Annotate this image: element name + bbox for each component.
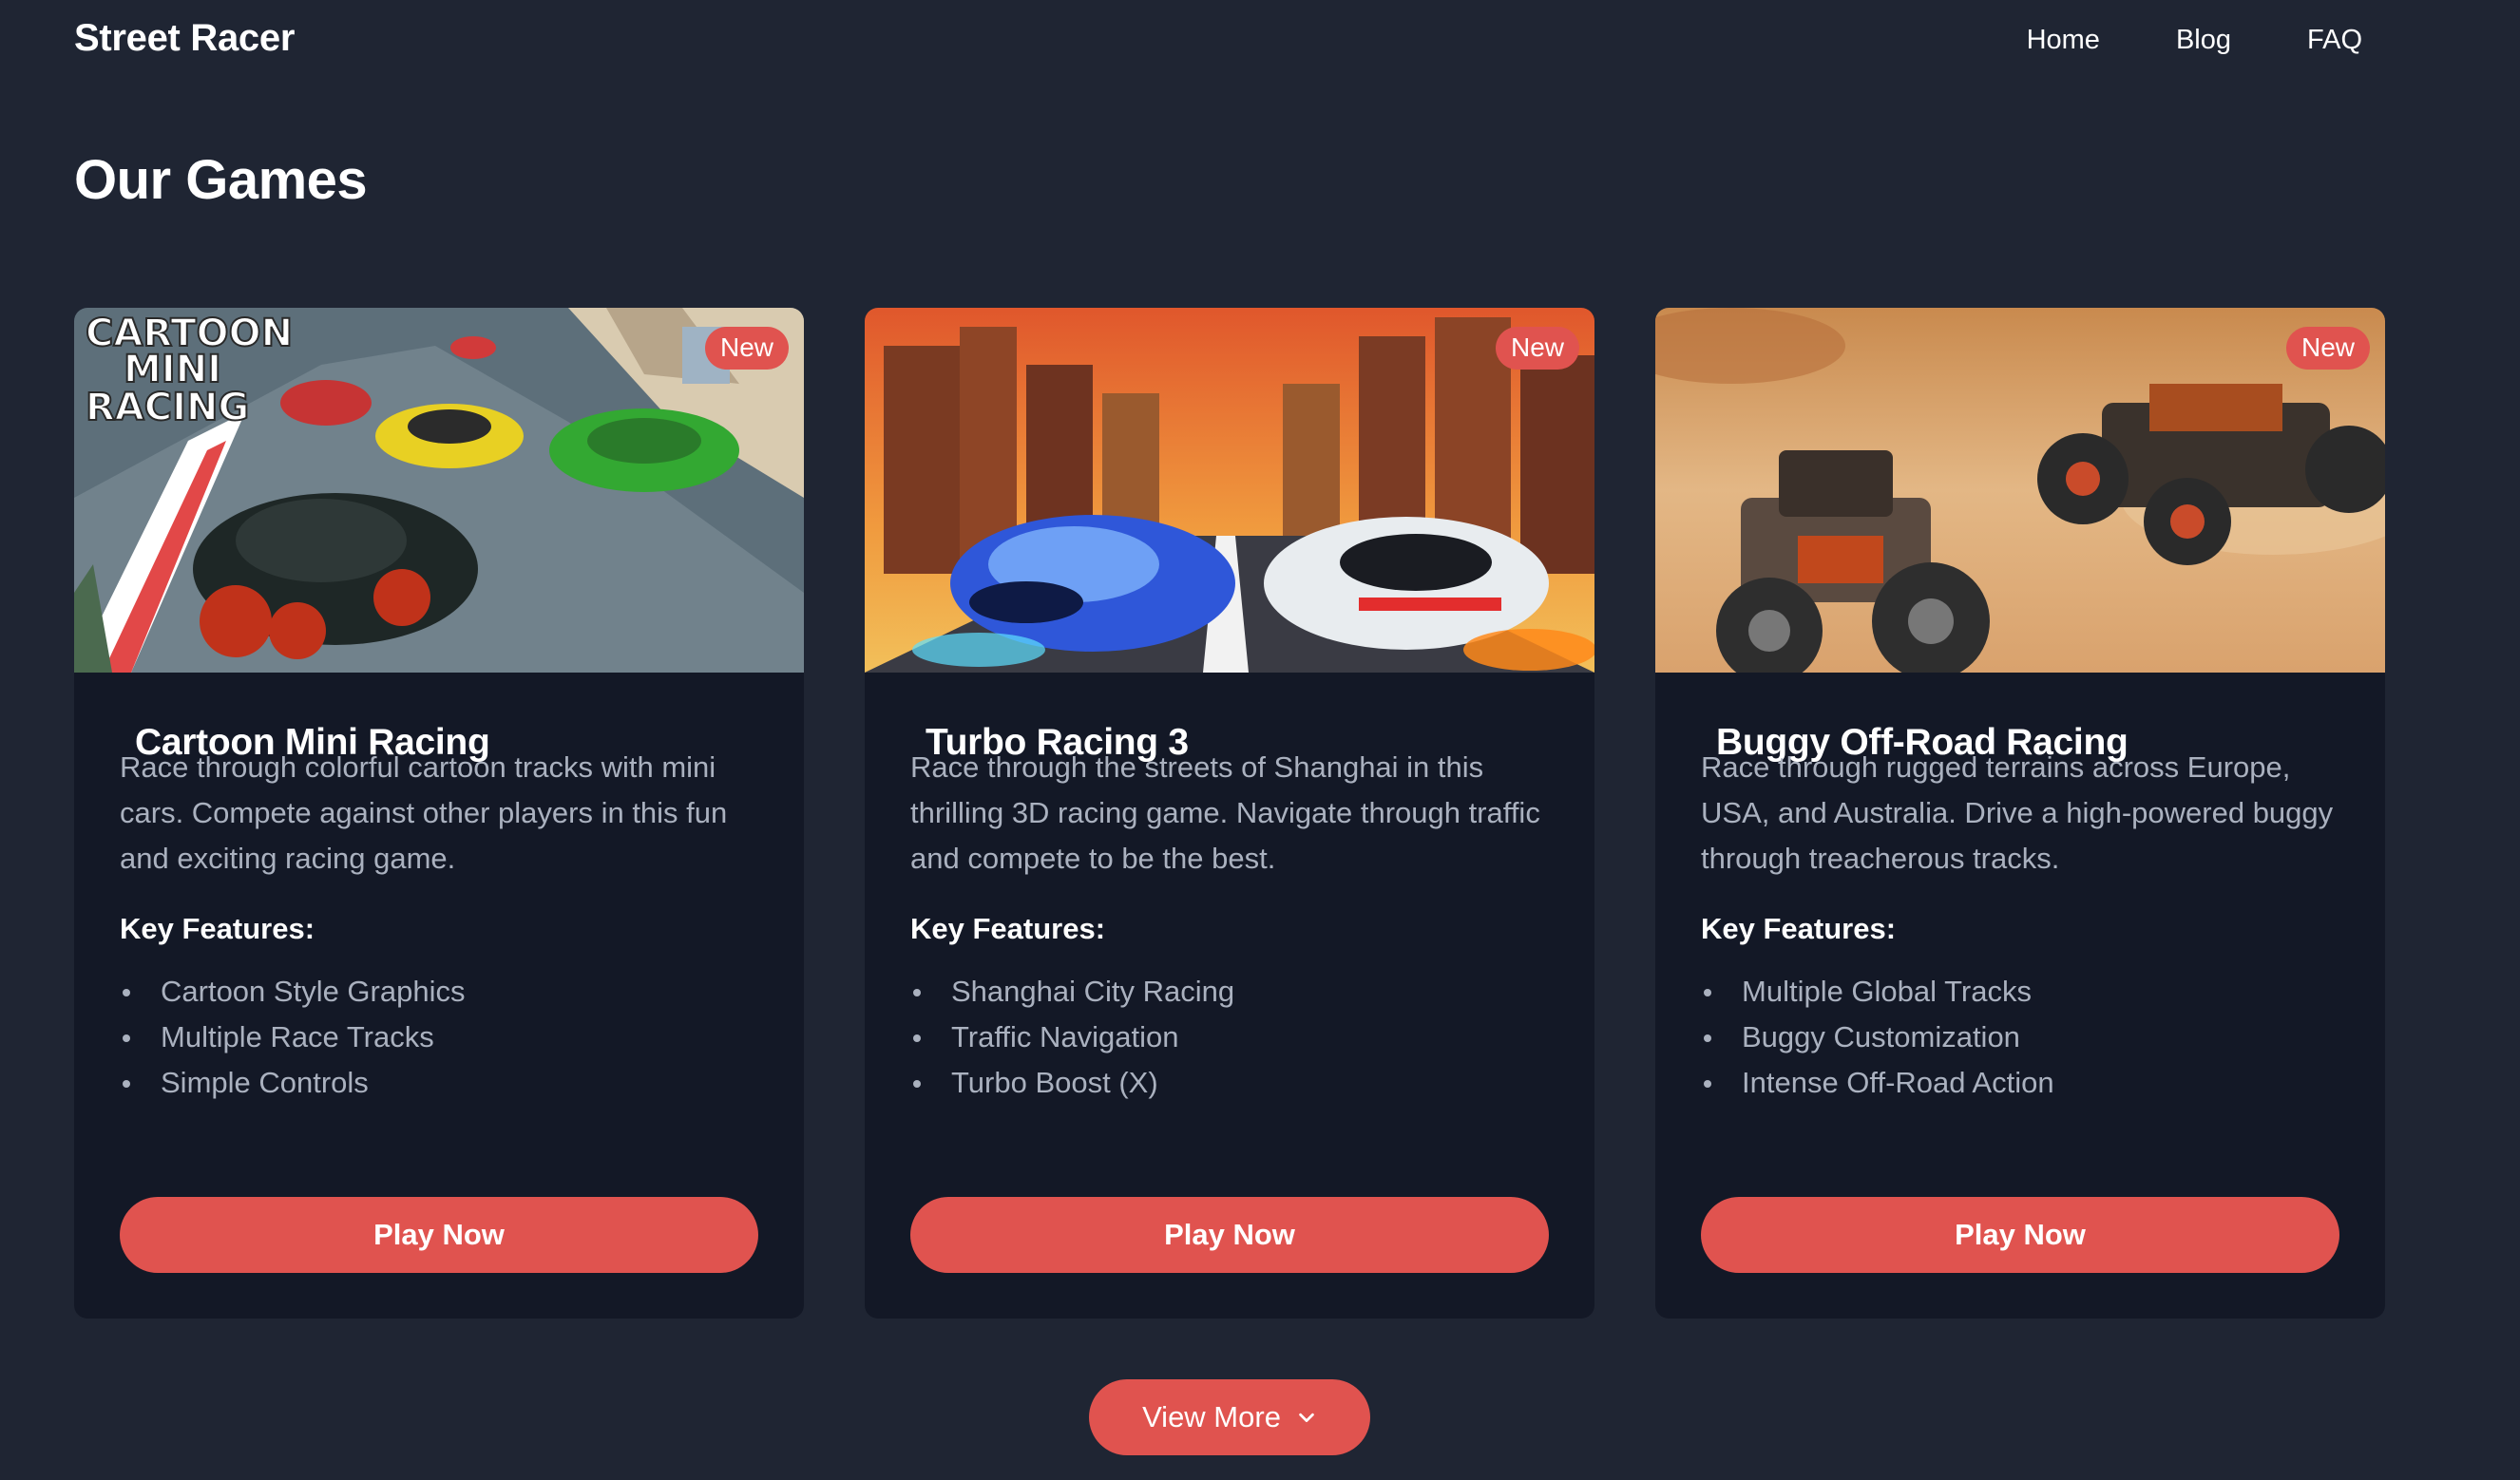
nav-link-home[interactable]: Home: [2027, 25, 2100, 56]
games-grid: CARTOON MINI RACING New Cartoon Mini Rac…: [74, 308, 2385, 1319]
view-more-button[interactable]: View More: [1089, 1379, 1370, 1455]
features-list: Cartoon Style Graphics Multiple Race Tra…: [120, 969, 465, 1106]
game-description: Race through colorful cartoon tracks wit…: [120, 750, 728, 875]
game-card: New Buggy Off-Road Racing Race through r…: [1655, 308, 2385, 1319]
game-card: CARTOON MINI RACING New Cartoon Mini Rac…: [74, 308, 804, 1319]
game-description: Race through the streets of Shanghai in …: [910, 750, 1540, 875]
feature-item: Buggy Customization: [1701, 1015, 2054, 1060]
features-heading: Key Features:: [1701, 912, 1897, 945]
card-content: Race through rugged terrains across Euro…: [1701, 308, 2339, 1319]
card-content: Race through the streets of Shanghai in …: [910, 308, 1549, 1319]
features-list: Multiple Global Tracks Buggy Customizati…: [1701, 969, 2054, 1106]
feature-item: Multiple Global Tracks: [1701, 969, 2054, 1015]
main-nav: Home Blog FAQ: [2027, 25, 2362, 56]
play-now-button[interactable]: Play Now: [1701, 1197, 2339, 1273]
play-now-button[interactable]: Play Now: [120, 1197, 758, 1273]
nav-link-faq[interactable]: FAQ: [2307, 25, 2362, 56]
feature-item: Shanghai City Racing: [910, 969, 1234, 1015]
page-title: Our Games: [74, 149, 368, 211]
brand-logo[interactable]: Street Racer: [74, 17, 295, 60]
view-more-label: View More: [1142, 1400, 1281, 1433]
feature-item: Cartoon Style Graphics: [120, 969, 465, 1015]
features-heading: Key Features:: [120, 912, 315, 945]
page: Street Racer Home Blog FAQ Our Games CAR…: [0, 0, 2520, 1480]
chevron-down-icon: [1299, 1413, 1314, 1423]
game-card: New Turbo Racing 3 Race through the stre…: [865, 308, 1594, 1319]
feature-item: Turbo Boost (X): [910, 1060, 1234, 1106]
play-now-button[interactable]: Play Now: [910, 1197, 1549, 1273]
card-content: Race through colorful cartoon tracks wit…: [120, 308, 758, 1319]
nav-link-blog[interactable]: Blog: [2176, 25, 2231, 56]
feature-item: Multiple Race Tracks: [120, 1015, 465, 1060]
features-heading: Key Features:: [910, 912, 1106, 945]
feature-item: Intense Off-Road Action: [1701, 1060, 2054, 1106]
game-description: Race through rugged terrains across Euro…: [1701, 750, 2334, 875]
feature-item: Simple Controls: [120, 1060, 465, 1106]
feature-item: Traffic Navigation: [910, 1015, 1234, 1060]
features-list: Shanghai City Racing Traffic Navigation …: [910, 969, 1234, 1106]
site-header: Street Racer Home Blog FAQ: [0, 0, 2520, 85]
